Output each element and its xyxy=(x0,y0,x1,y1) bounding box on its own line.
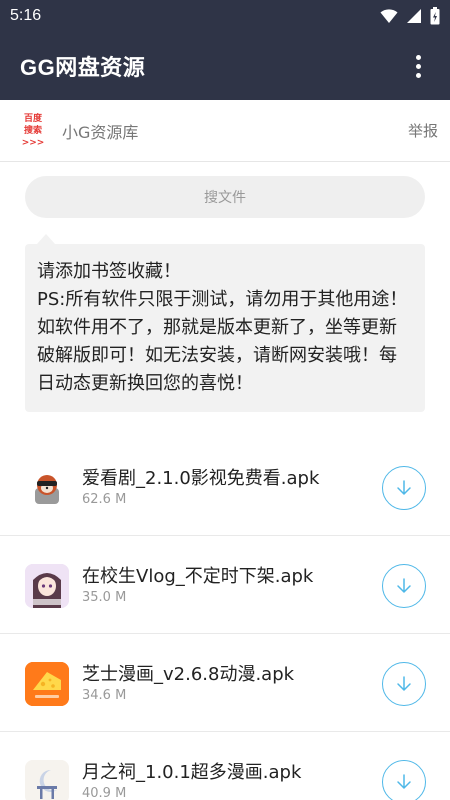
status-time: 5:16 xyxy=(10,7,42,24)
file-size: 40.9 M xyxy=(82,786,127,800)
download-button[interactable] xyxy=(382,564,426,608)
file-list-item[interactable]: 爱看剧_2.1.0影视免费看.apk 62.6 M xyxy=(0,438,450,536)
ad-logo-line1: 百度 xyxy=(23,113,42,124)
file-name: 芝士漫画_v2.6.8动漫.apk xyxy=(82,664,295,685)
download-arrow-icon xyxy=(397,578,411,593)
file-name: 爱看剧_2.1.0影视免费看.apk xyxy=(82,468,320,489)
file-list-item[interactable]: 芝士漫画_v2.6.8动漫.apk 34.6 M xyxy=(0,634,450,732)
download-button[interactable] xyxy=(382,662,426,706)
file-list-item[interactable]: 在校生Vlog_不定时下架.apk 35.0 M xyxy=(0,536,450,634)
file-size: 34.6 M xyxy=(82,688,127,703)
ad-banner[interactable]: 百度 搜索>>> 小G资源库 举报 xyxy=(0,100,450,162)
moon-shrine-app-icon xyxy=(25,760,69,800)
more-dot-icon xyxy=(415,72,421,78)
report-link[interactable]: 举报 xyxy=(408,120,438,141)
search-input[interactable]: 搜文件 xyxy=(25,176,425,218)
status-icons xyxy=(380,7,440,25)
more-dot-icon xyxy=(415,63,421,69)
more-options-button[interactable] xyxy=(406,46,430,86)
signal-icon xyxy=(407,9,421,23)
download-button[interactable] xyxy=(382,760,426,800)
wifi-icon xyxy=(380,9,398,23)
cheese-app-icon xyxy=(25,662,69,706)
file-size: 35.0 M xyxy=(82,590,127,605)
red-panda-app-icon xyxy=(25,466,69,510)
ad-logo-line2: 搜索>>> xyxy=(21,125,45,148)
anime-girl-app-icon xyxy=(25,564,69,608)
download-arrow-icon xyxy=(397,480,411,495)
download-arrow-icon xyxy=(397,774,411,789)
notice-title: 请添加书签收藏！ xyxy=(37,261,181,282)
status-bar: 5:16 xyxy=(0,0,450,32)
app-bar: GG网盘资源 xyxy=(0,32,450,100)
baidu-search-logo: 百度 搜索>>> xyxy=(14,113,52,149)
file-list-item[interactable]: 月之祠_1.0.1超多漫画.apk 40.9 M xyxy=(0,732,450,800)
file-name: 月之祠_1.0.1超多漫画.apk xyxy=(82,762,302,783)
more-dot-icon xyxy=(415,54,421,60)
download-button[interactable] xyxy=(382,466,426,510)
file-name: 在校生Vlog_不定时下架.apk xyxy=(82,566,314,587)
notice-body: PS:所有软件只限于测试，请勿用于其他用途！如软件用不了，那就是版本更新了，坐等… xyxy=(37,289,408,394)
ad-text: 小G资源库 xyxy=(62,122,139,142)
file-size: 62.6 M xyxy=(82,492,127,507)
notice-bubble: 请添加书签收藏！ PS:所有软件只限于测试，请勿用于其他用途！如软件用不了，那就… xyxy=(25,234,425,412)
download-arrow-icon xyxy=(397,676,411,691)
battery-icon xyxy=(430,7,440,25)
app-title: GG网盘资源 xyxy=(20,55,146,80)
